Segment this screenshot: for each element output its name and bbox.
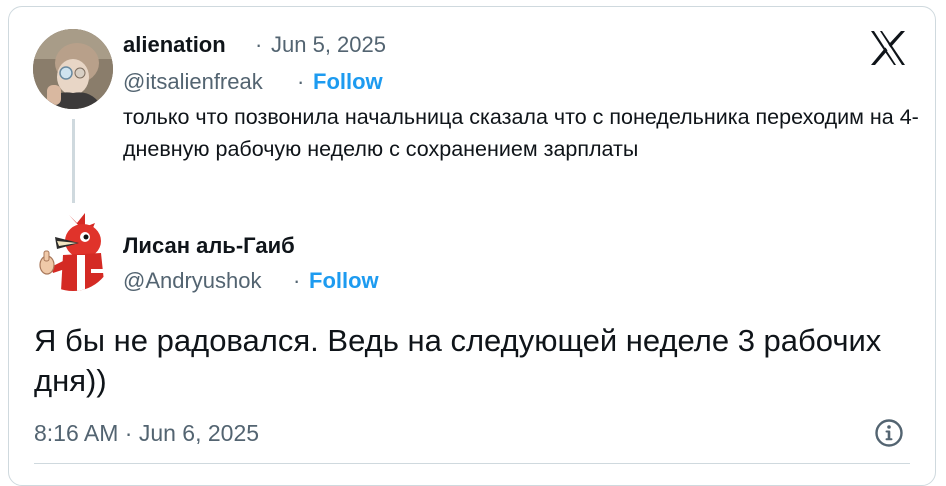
x-logo-icon[interactable] (868, 28, 908, 68)
avatar-alienation[interactable] (33, 29, 113, 109)
quoted-date[interactable]: Jun 5, 2025 (271, 32, 386, 58)
quoted-follow-button[interactable]: Follow (313, 69, 383, 95)
quoted-handle-separator: · (297, 69, 305, 94)
reply-author-name[interactable]: Лисан аль-Гаиб (123, 233, 295, 259)
quoted-author-name[interactable]: alienation (123, 32, 226, 58)
reply-follow-button[interactable]: Follow (309, 268, 379, 294)
reply-tweet-text: Я бы не радовался. Ведь на следующей нед… (34, 323, 882, 398)
reply-handle[interactable]: @Andryushok (123, 268, 262, 294)
info-icon[interactable] (874, 418, 904, 448)
thread-connector-line (72, 119, 75, 203)
quoted-tweet-text: только что позвонила начальница сказала … (123, 105, 919, 161)
reply-handle-separator: · (293, 268, 301, 293)
avatar-andryushok[interactable] (33, 211, 113, 291)
quoted-handle[interactable]: @itsalienfreak (123, 69, 263, 95)
avatar-image (33, 211, 113, 291)
quoted-separator: · (255, 32, 263, 57)
footer-divider (34, 463, 910, 464)
tweet-timestamp[interactable]: 8:16 AM · Jun 6, 2025 (34, 420, 259, 447)
avatar-image (33, 29, 113, 109)
